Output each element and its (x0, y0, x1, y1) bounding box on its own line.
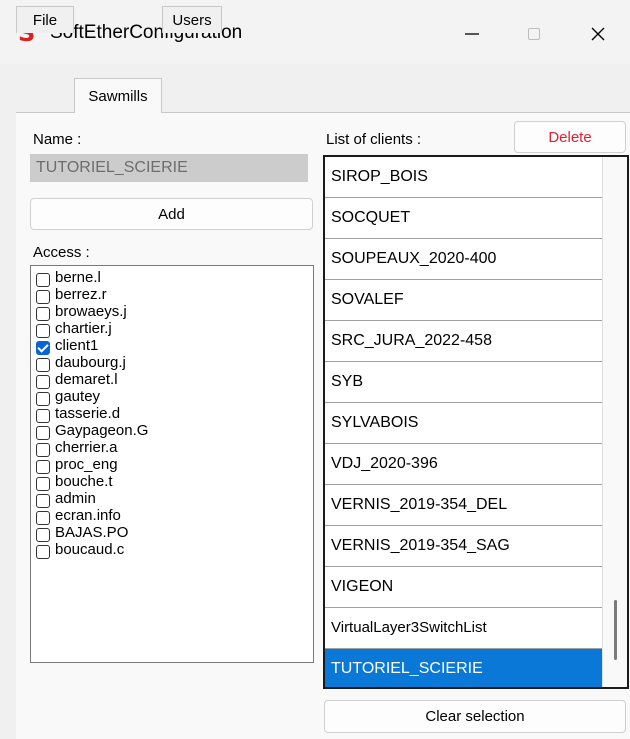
tab-file[interactable]: File (16, 6, 74, 33)
checkbox[interactable] (36, 460, 50, 474)
access-item-label: cherrier.a (55, 439, 118, 456)
checkbox[interactable] (36, 307, 50, 321)
checkbox[interactable] (36, 494, 50, 508)
checkbox[interactable] (36, 426, 50, 440)
minimize-button[interactable] (442, 14, 502, 54)
access-item-label: bouche.t (55, 473, 113, 490)
checkbox[interactable] (36, 443, 50, 457)
client-item[interactable]: SYB (325, 362, 602, 403)
maximize-icon (528, 28, 540, 40)
client-item[interactable]: SYLVABOIS (325, 403, 602, 444)
checkbox[interactable] (36, 290, 50, 304)
name-field[interactable]: TUTORIEL_SCIERIE (30, 154, 308, 182)
access-label: Access : (33, 244, 90, 261)
access-item-label: demaret.l (55, 371, 118, 388)
clients-list[interactable]: SIROP_BOIS SOCQUET SOUPEAUX_2020-400 SOV… (323, 155, 629, 689)
checkbox[interactable] (36, 545, 50, 559)
scrollbar-thumb[interactable] (614, 600, 617, 660)
client-item[interactable]: SOCQUET (325, 198, 602, 239)
access-item-label: browaeys.j (55, 303, 127, 320)
client-item[interactable]: VIGEON (325, 567, 602, 608)
access-list[interactable]: berne.l berrez.r browaeys.j chartier.j c… (30, 265, 314, 663)
checkbox[interactable] (36, 358, 50, 372)
access-item-label: daubourg.j (55, 354, 126, 371)
add-button[interactable]: Add (30, 198, 313, 230)
checkbox[interactable] (36, 392, 50, 406)
access-item-label: proc_eng (55, 456, 118, 473)
checkbox[interactable] (36, 477, 50, 491)
access-item-label: Gaypageon.G (55, 422, 149, 439)
client-item[interactable]: SOUPEAUX_2020-400 (325, 239, 602, 280)
checkbox[interactable] (36, 409, 50, 423)
access-item-label: client1 (55, 337, 99, 354)
name-label: Name : (33, 131, 82, 148)
clients-label: List of clients : (326, 131, 422, 148)
access-item-label: chartier.j (55, 320, 112, 337)
client-item[interactable]: SIROP_BOIS (325, 157, 602, 198)
checkbox[interactable] (36, 324, 50, 338)
tab-users[interactable]: Users (162, 6, 222, 33)
checkbox[interactable] (36, 511, 50, 525)
client-item[interactable]: VERNIS_2019-354_DEL (325, 485, 602, 526)
minimize-icon (465, 33, 479, 35)
checkbox[interactable] (36, 375, 50, 389)
access-item-boucaud[interactable]: boucaud.c (36, 542, 124, 560)
tab-sawmills[interactable]: Sawmills (74, 78, 162, 113)
access-item-label: admin (55, 490, 96, 507)
access-item-label: boucaud.c (55, 541, 125, 558)
maximize-button[interactable] (504, 14, 564, 54)
clear-selection-button[interactable]: Clear selection (324, 700, 626, 733)
client-item[interactable]: SOVALEF (325, 280, 602, 321)
close-button[interactable] (568, 14, 628, 54)
client-item[interactable]: VERNIS_2019-354_SAG (325, 526, 602, 567)
clients-scrollbar[interactable] (602, 157, 627, 687)
access-item-label: gautey (55, 388, 101, 405)
delete-button[interactable]: Delete (514, 121, 626, 153)
client-item[interactable]: VDJ_2020-396 (325, 444, 602, 485)
checkbox[interactable] (36, 528, 50, 542)
client-item[interactable]: VirtualLayer3SwitchList (325, 608, 602, 649)
title-bar: S SoftEtherConfiguration (0, 0, 630, 64)
close-icon (591, 27, 605, 41)
access-item-label: berne.l (55, 269, 101, 286)
client-item[interactable]: SRC_JURA_2022-458 (325, 321, 602, 362)
checkbox-checked[interactable] (36, 341, 50, 355)
access-item-label: berrez.r (55, 286, 107, 303)
access-item-label: tasserie.d (55, 405, 121, 422)
access-item-label: ecran.info (55, 507, 121, 524)
client-item-selected[interactable]: TUTORIEL_SCIERIE (325, 649, 602, 687)
checkbox[interactable] (36, 273, 50, 287)
access-item-label: BAJAS.PO (55, 524, 129, 541)
